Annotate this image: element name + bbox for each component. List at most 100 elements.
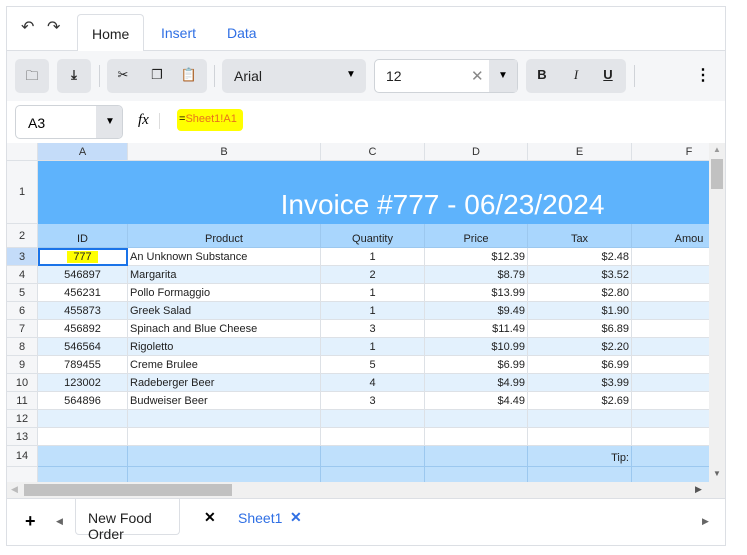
close-icon[interactable]: ✕ — [290, 509, 302, 526]
chevron-down-icon[interactable]: ▼ — [489, 60, 517, 92]
cell[interactable]: $2.69 — [528, 392, 632, 410]
undo-icon[interactable]: ↶ — [21, 17, 34, 37]
cell[interactable]: Greek Salad — [128, 302, 321, 320]
cell[interactable] — [321, 410, 425, 428]
cell[interactable] — [528, 467, 632, 482]
scroll-right-icon[interactable]: ▶ — [702, 516, 709, 527]
tab-data[interactable]: Data — [213, 14, 271, 52]
cell[interactable]: $2.20 — [528, 338, 632, 356]
cell[interactable] — [38, 467, 128, 482]
cell[interactable] — [632, 410, 709, 428]
selected-cell[interactable]: 777 — [38, 248, 128, 266]
row-header-11[interactable]: 11 — [7, 392, 38, 410]
scroll-right-icon[interactable]: ▶ — [695, 484, 702, 495]
cell[interactable]: Pollo Formaggio — [128, 284, 321, 302]
close-icon[interactable]: ✕ — [204, 509, 216, 526]
cell[interactable]: $4.99 — [425, 374, 528, 392]
cell[interactable]: Spinach and Blue Cheese — [128, 320, 321, 338]
cell[interactable]: Margarita — [128, 266, 321, 284]
cut-icon[interactable]: ✂ — [113, 67, 133, 83]
row-header-13[interactable]: 13 — [7, 428, 38, 446]
cell[interactable]: $6.99 — [425, 356, 528, 374]
cell[interactable] — [425, 410, 528, 428]
cell[interactable]: $6.89 — [528, 320, 632, 338]
cell[interactable]: 1 — [321, 284, 425, 302]
cell[interactable] — [632, 284, 709, 302]
cell[interactable]: 546897 — [38, 266, 128, 284]
cell-grid[interactable]: A B C D E F 1 2 3 4 5 6 7 8 9 10 11 12 13 14 Invoice #777 - … — [7, 143, 709, 482]
cell[interactable]: $2.80 — [528, 284, 632, 302]
cell[interactable] — [632, 266, 709, 284]
row-header-10[interactable]: 10 — [7, 374, 38, 392]
cell[interactable]: 564896 — [38, 392, 128, 410]
cell[interactable]: $12.39 — [425, 248, 528, 266]
cell[interactable] — [321, 446, 425, 467]
cell[interactable] — [632, 356, 709, 374]
cell[interactable] — [128, 446, 321, 467]
cell[interactable]: 546564 — [38, 338, 128, 356]
font-select[interactable]: Arial ▼ — [222, 59, 366, 93]
cell[interactable]: Budweiser Beer — [128, 392, 321, 410]
redo-icon[interactable]: ↷ — [47, 17, 60, 37]
cell[interactable]: 3 — [321, 392, 425, 410]
cell[interactable] — [425, 446, 528, 467]
cell[interactable]: $1.90 — [528, 302, 632, 320]
scroll-down-icon[interactable]: ▼ — [713, 469, 721, 478]
cell[interactable] — [128, 428, 321, 446]
cell[interactable] — [425, 428, 528, 446]
cell[interactable]: 2 — [321, 266, 425, 284]
row-header-7[interactable]: 7 — [7, 320, 38, 338]
cell[interactable] — [425, 467, 528, 482]
row-header-1[interactable]: 1 — [7, 161, 38, 224]
cell[interactable]: $10.99 — [425, 338, 528, 356]
cell[interactable] — [38, 428, 128, 446]
row-header-6[interactable]: 6 — [7, 302, 38, 320]
cell[interactable]: $3.99 — [528, 374, 632, 392]
cell[interactable] — [632, 338, 709, 356]
cell[interactable] — [128, 410, 321, 428]
sheet-tab-sheet1[interactable]: Sheet1 — [238, 510, 282, 526]
open-button[interactable]: 🗀 — [15, 59, 49, 93]
chevron-down-icon[interactable]: ▼ — [96, 106, 122, 138]
cell[interactable]: 456231 — [38, 284, 128, 302]
row-header-14[interactable]: 14 — [7, 446, 38, 467]
scroll-left-icon[interactable]: ◀ — [11, 484, 18, 495]
cell[interactable]: $13.99 — [425, 284, 528, 302]
more-options-icon[interactable]: ⋮ — [695, 65, 711, 85]
formula-input[interactable]: =Sheet1!A1 — [177, 109, 243, 131]
cell[interactable] — [632, 374, 709, 392]
cell[interactable] — [632, 302, 709, 320]
col-header-a[interactable]: A — [38, 143, 128, 161]
cell[interactable] — [632, 248, 709, 266]
row-header-8[interactable]: 8 — [7, 338, 38, 356]
col-header-e[interactable]: E — [528, 143, 632, 161]
cell[interactable] — [38, 446, 128, 467]
cell[interactable]: 123002 — [38, 374, 128, 392]
name-box[interactable]: A3 ▼ — [15, 105, 123, 139]
vertical-scrollbar[interactable]: ▲ ▼ — [709, 143, 725, 482]
row-header-5[interactable]: 5 — [7, 284, 38, 302]
font-size-input[interactable]: 12 ✕ ▼ — [374, 59, 518, 93]
sheet-tab-new-food-order[interactable]: New Food Order ✕ — [75, 499, 216, 542]
cell[interactable] — [128, 467, 321, 482]
row-header-2[interactable]: 2 — [7, 224, 38, 248]
tab-insert[interactable]: Insert — [147, 14, 210, 52]
tab-home[interactable]: Home — [77, 14, 145, 52]
row-header-12[interactable]: 12 — [7, 410, 38, 428]
cell[interactable] — [632, 320, 709, 338]
cell[interactable]: 1 — [321, 338, 425, 356]
cell[interactable]: $3.52 — [528, 266, 632, 284]
italic-button[interactable]: I — [566, 67, 586, 83]
row-header-3[interactable]: 3 — [7, 248, 38, 266]
row-header-9[interactable]: 9 — [7, 356, 38, 374]
scroll-thumb[interactable] — [24, 484, 232, 496]
scroll-left-icon[interactable]: ◀ — [56, 516, 63, 527]
cell[interactable]: 1 — [321, 248, 425, 266]
cell[interactable]: 5 — [321, 356, 425, 374]
cell[interactable]: 3 — [321, 320, 425, 338]
cell[interactable]: $8.79 — [425, 266, 528, 284]
cell[interactable] — [632, 446, 709, 467]
col-header-f[interactable]: F — [632, 143, 709, 161]
cell[interactable] — [528, 428, 632, 446]
cell[interactable]: 789455 — [38, 356, 128, 374]
